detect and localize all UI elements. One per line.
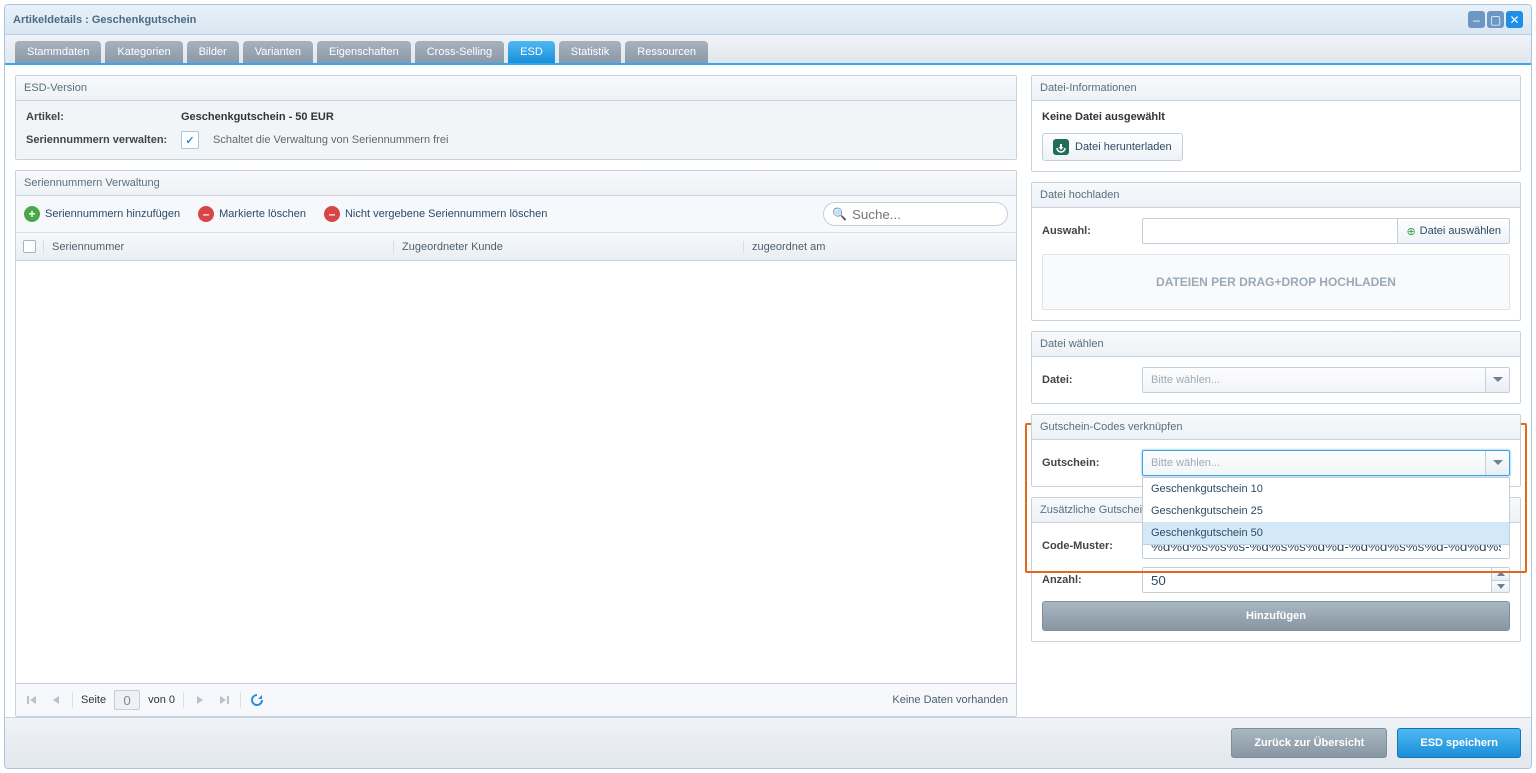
- last-page-button[interactable]: [216, 692, 232, 708]
- tab-eigenschaften[interactable]: Eigenschaften: [317, 41, 411, 63]
- pattern-label: Code-Muster:: [1042, 540, 1142, 552]
- voucher-select-placeholder: Bitte wählen...: [1151, 457, 1220, 469]
- file-upload-panel: Datei hochladen Auswahl: ⊕ Datei auswähl…: [1031, 182, 1521, 321]
- window: Artikeldetails : Geschenkgutschein – ▢ ✕…: [4, 4, 1532, 769]
- col-customer[interactable]: Zugeordneter Kunde: [394, 241, 744, 253]
- serial-toolbar: + Seriennummern hinzufügen – Markierte l…: [16, 196, 1016, 233]
- file-info-panel: Datei-Informationen Keine Datei ausgewäh…: [1031, 75, 1521, 172]
- voucher-option[interactable]: Geschenkgutschein 25: [1143, 500, 1509, 522]
- tab-esd[interactable]: ESD: [508, 41, 555, 63]
- page-input[interactable]: [114, 690, 140, 710]
- voucher-select[interactable]: Bitte wählen... Geschenkgutschein 10 Ges…: [1142, 450, 1510, 476]
- file-choose-panel: Datei wählen Datei: Bitte wählen...: [1031, 331, 1521, 404]
- voucher-option[interactable]: Geschenkgutschein 50: [1143, 522, 1509, 544]
- add-file-icon: ⊕: [1406, 225, 1415, 238]
- tab-bar: Stammdaten Kategorien Bilder Varianten E…: [5, 35, 1531, 65]
- first-page-button[interactable]: [24, 692, 40, 708]
- voucher-option[interactable]: Geschenkgutschein 10: [1143, 478, 1509, 500]
- chevron-down-icon: [1485, 368, 1509, 392]
- search-input[interactable]: [823, 202, 1008, 226]
- tab-ressourcen[interactable]: Ressourcen: [625, 41, 708, 63]
- tab-stammdaten[interactable]: Stammdaten: [15, 41, 101, 63]
- action-delete-unassigned[interactable]: – Nicht vergebene Seriennummern löschen: [324, 206, 547, 222]
- serial-manage-label: Seriennummern verwalten:: [26, 134, 181, 146]
- esd-version-title: ESD-Version: [16, 76, 1016, 101]
- pager-status: Keine Daten vorhanden: [892, 694, 1008, 706]
- action-delete-marked-label: Markierte löschen: [219, 208, 306, 220]
- article-value: Geschenkgutschein - 50 EUR: [181, 111, 334, 123]
- no-file-text: Keine Datei ausgewählt: [1042, 111, 1510, 123]
- col-date[interactable]: zugeordnet am: [744, 241, 1016, 253]
- back-button-label: Zurück zur Übersicht: [1254, 737, 1364, 749]
- voucher-label: Gutschein:: [1042, 457, 1142, 469]
- add-button-label: Hinzufügen: [1246, 610, 1306, 622]
- refresh-button[interactable]: [249, 692, 265, 708]
- right-column: Datei-Informationen Keine Datei ausgewäh…: [1031, 75, 1521, 717]
- file-choose-title: Datei wählen: [1032, 332, 1520, 357]
- col-serial[interactable]: Seriennummer: [44, 241, 394, 253]
- tab-crossselling[interactable]: Cross-Selling: [415, 41, 504, 63]
- choose-file-label: Datei auswählen: [1420, 225, 1501, 237]
- footer: Zurück zur Übersicht ESD speichern: [5, 717, 1531, 768]
- select-all-checkbox[interactable]: [16, 240, 44, 253]
- article-label: Artikel:: [26, 111, 181, 123]
- serial-manage-help: Schaltet die Verwaltung von Seriennummer…: [213, 134, 448, 146]
- tab-kategorien[interactable]: Kategorien: [105, 41, 182, 63]
- choose-file-button[interactable]: ⊕ Datei auswählen: [1397, 218, 1510, 244]
- tab-varianten[interactable]: Varianten: [243, 41, 313, 63]
- chevron-down-icon: [1485, 451, 1509, 475]
- file-select[interactable]: Bitte wählen...: [1142, 367, 1510, 393]
- download-file-label: Datei herunterladen: [1075, 141, 1172, 153]
- prev-page-button[interactable]: [48, 692, 64, 708]
- next-page-button[interactable]: [192, 692, 208, 708]
- plus-icon: +: [24, 206, 40, 222]
- pager: Seite von 0 Keine Daten vorhand: [16, 683, 1016, 716]
- save-button[interactable]: ESD speichern: [1397, 728, 1521, 758]
- voucher-link-title: Gutschein-Codes verknüpfen: [1032, 415, 1520, 440]
- action-add-serial[interactable]: + Seriennummern hinzufügen: [24, 206, 180, 222]
- stepper-up[interactable]: [1492, 568, 1509, 581]
- left-column: ESD-Version Artikel: Geschenkgutschein -…: [15, 75, 1017, 717]
- close-icon[interactable]: ✕: [1506, 11, 1523, 28]
- content-area: ESD-Version Artikel: Geschenkgutschein -…: [5, 65, 1531, 717]
- download-icon: [1053, 139, 1069, 155]
- tab-statistik[interactable]: Statistik: [559, 41, 622, 63]
- window-title: Artikeldetails : Geschenkgutschein: [13, 14, 196, 26]
- minus-icon: –: [324, 206, 340, 222]
- grid-header: Seriennummer Zugeordneter Kunde zugeordn…: [16, 233, 1016, 261]
- file-info-title: Datei-Informationen: [1032, 76, 1520, 101]
- back-button[interactable]: Zurück zur Übersicht: [1231, 728, 1387, 758]
- titlebar: Artikeldetails : Geschenkgutschein – ▢ ✕: [5, 5, 1531, 35]
- stepper-down[interactable]: [1492, 581, 1509, 593]
- count-label: Anzahl:: [1042, 574, 1142, 586]
- serial-panel-title: Seriennummern Verwaltung: [16, 171, 1016, 196]
- action-add-label: Seriennummern hinzufügen: [45, 208, 180, 220]
- search-field: 🔍: [823, 202, 1008, 226]
- tab-bilder[interactable]: Bilder: [187, 41, 239, 63]
- save-button-label: ESD speichern: [1420, 737, 1498, 749]
- voucher-link-panel: Gutschein-Codes verknüpfen Gutschein: Bi…: [1031, 414, 1521, 487]
- minus-icon: –: [198, 206, 214, 222]
- selection-label: Auswahl:: [1042, 225, 1142, 237]
- dropzone[interactable]: DATEIEN PER DRAG+DROP HOCHLADEN: [1042, 254, 1510, 310]
- esd-version-panel: ESD-Version Artikel: Geschenkgutschein -…: [15, 75, 1017, 160]
- action-delete-unassigned-label: Nicht vergebene Seriennummern löschen: [345, 208, 547, 220]
- count-input[interactable]: [1142, 567, 1510, 593]
- voucher-dropdown: Geschenkgutschein 10 Geschenkgutschein 2…: [1142, 477, 1510, 545]
- selection-input[interactable]: [1142, 218, 1397, 244]
- minimize-icon[interactable]: –: [1468, 11, 1485, 28]
- serial-panel: Seriennummern Verwaltung + Seriennummern…: [15, 170, 1017, 717]
- grid-body: [16, 261, 1016, 683]
- file-select-placeholder: Bitte wählen...: [1151, 374, 1220, 386]
- file-label: Datei:: [1042, 374, 1142, 386]
- download-file-button[interactable]: Datei herunterladen: [1042, 133, 1183, 161]
- serial-manage-checkbox[interactable]: ✓: [181, 131, 199, 149]
- add-button[interactable]: Hinzufügen: [1042, 601, 1510, 631]
- action-delete-marked[interactable]: – Markierte löschen: [198, 206, 306, 222]
- page-label: Seite: [81, 694, 106, 706]
- search-icon: 🔍: [832, 207, 847, 221]
- page-total: von 0: [148, 694, 175, 706]
- file-upload-title: Datei hochladen: [1032, 183, 1520, 208]
- maximize-icon[interactable]: ▢: [1487, 11, 1504, 28]
